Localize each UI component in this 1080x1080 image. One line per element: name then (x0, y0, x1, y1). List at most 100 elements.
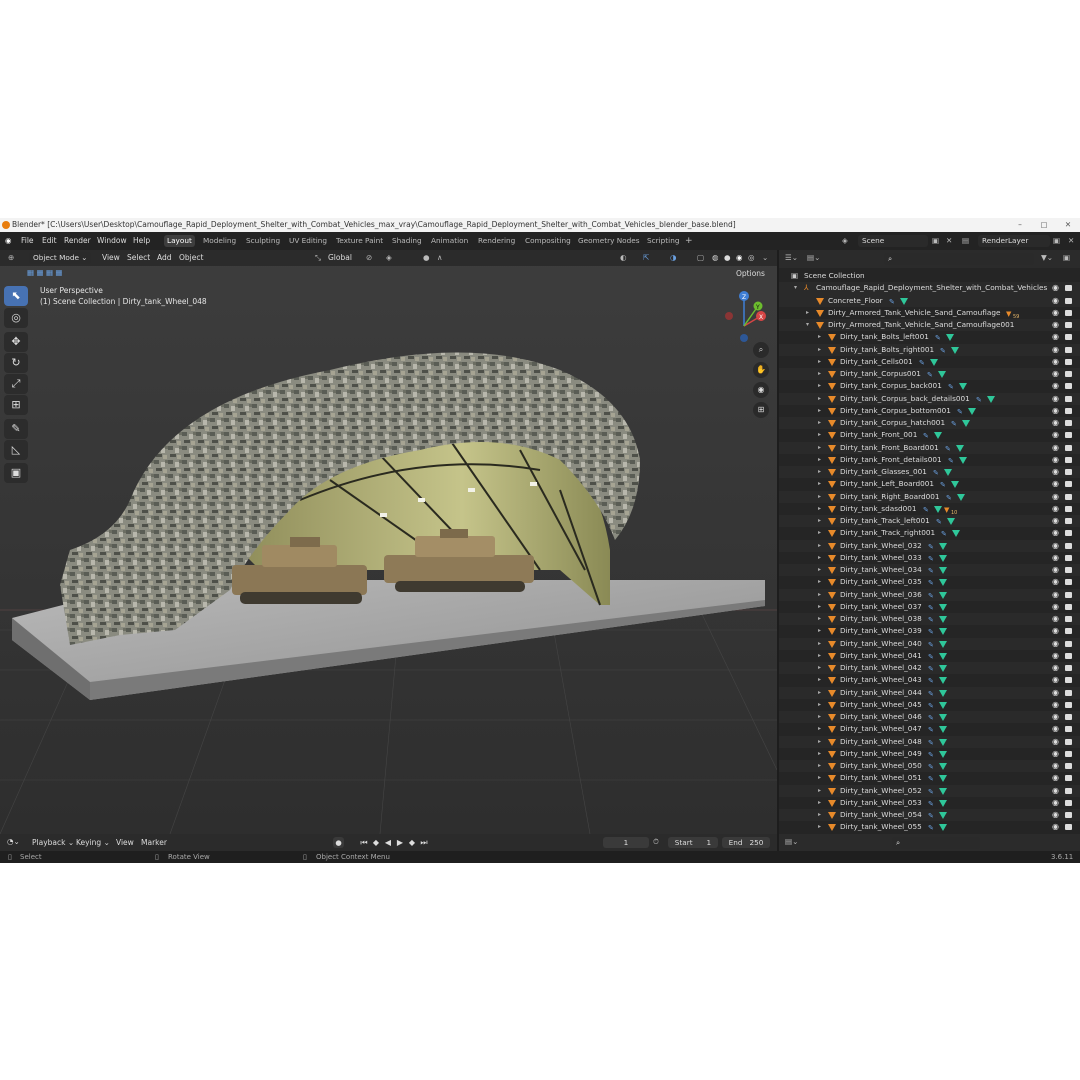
mesh-data-icon[interactable] (939, 812, 947, 819)
shading-material-icon[interactable]: ◉ (736, 253, 743, 262)
mesh-data-icon[interactable] (939, 677, 947, 685)
outliner-row-label[interactable]: Dirty_tank_Wheel_052 (840, 785, 922, 797)
visibility-eye-icon[interactable]: ◉ (1052, 613, 1059, 625)
viewport-menu-view[interactable]: View (102, 253, 120, 262)
outliner-row[interactable]: ▸ Dirty_tank_Right_Board001 ✎ ◉ (779, 490, 1080, 503)
outliner-row[interactable]: ▸ Dirty_tank_Wheel_049 ✎ ◉ (779, 748, 1080, 760)
outliner-row[interactable]: ▸ Dirty_tank_Wheel_040 ✎ ◉ (779, 637, 1080, 650)
expand-arrow-icon[interactable]: ▸ (818, 564, 821, 576)
render-camera-icon[interactable] (1065, 334, 1072, 341)
render-camera-icon[interactable] (1065, 750, 1072, 757)
render-camera-icon[interactable] (1065, 371, 1072, 377)
outliner-row[interactable]: ▸ Dirty_tank_Wheel_051 ✎ ◉ (779, 772, 1080, 784)
render-camera-icon[interactable] (1065, 714, 1072, 720)
visibility-eye-icon[interactable]: ◉ (1052, 821, 1059, 833)
outliner-search-input[interactable]: ⌕ (884, 253, 1034, 265)
render-camera-icon[interactable] (1065, 799, 1072, 806)
visibility-eye-icon[interactable]: ◉ (1052, 442, 1059, 454)
render-camera-icon[interactable] (1065, 395, 1072, 402)
expand-arrow-icon[interactable]: ▸ (818, 540, 821, 552)
visibility-eye-icon[interactable]: ◉ (1052, 405, 1059, 417)
snap-icon[interactable]: ◈ (386, 253, 392, 262)
visibility-eye-icon[interactable]: ◉ (1052, 380, 1059, 392)
expand-arrow-icon[interactable]: ▸ (818, 772, 821, 784)
properties-editor-type-icon[interactable]: ▤⌄ (785, 837, 798, 846)
close-icon[interactable]: ✕ (1058, 218, 1078, 232)
tab-layout[interactable]: Layout (164, 235, 195, 247)
render-camera-icon[interactable] (1065, 689, 1072, 696)
expand-arrow-icon[interactable]: ▾ (806, 319, 809, 331)
visibility-eye-icon[interactable]: ◉ (1052, 478, 1059, 490)
display-mode-icon[interactable]: ▤⌄ (807, 253, 820, 262)
expand-arrow-icon[interactable]: ▸ (818, 797, 821, 809)
mesh-data-icon[interactable] (939, 701, 947, 709)
gizmo-toggle-icon[interactable]: ⇱ (643, 253, 649, 262)
render-camera-icon[interactable] (1065, 297, 1072, 304)
render-camera-icon[interactable] (1065, 322, 1072, 328)
visibility-eye-icon[interactable]: ◉ (1052, 711, 1059, 723)
outliner-row[interactable]: ▸ Dirty_tank_Front_details001 ✎ ◉ (779, 454, 1080, 466)
render-camera-icon[interactable] (1065, 285, 1072, 292)
outliner-row[interactable]: ▸ Dirty_tank_Wheel_047 ✎ ◉ (779, 723, 1080, 735)
visibility-eye-icon[interactable]: ◉ (1052, 515, 1059, 527)
outliner-row-label[interactable]: Dirty_tank_Bolts_left001 (840, 331, 929, 343)
render-camera-icon[interactable] (1065, 407, 1072, 414)
expand-arrow-icon[interactable]: ▸ (818, 662, 821, 674)
visibility-eye-icon[interactable]: ◉ (1052, 344, 1059, 356)
outliner-row-label[interactable]: Dirty_tank_Wheel_046 (840, 711, 922, 723)
visibility-eye-icon[interactable]: ◉ (1052, 503, 1059, 515)
expand-arrow-icon[interactable]: ▸ (818, 405, 821, 417)
mesh-data-icon[interactable] (959, 456, 967, 464)
visibility-eye-icon[interactable]: ◉ (1052, 466, 1059, 478)
outliner-row[interactable]: ▸ Dirty_tank_Wheel_055 ✎ ◉ (779, 821, 1080, 833)
outliner-row-label[interactable]: Dirty_tank_Wheel_032 (840, 540, 922, 552)
collection-expand-icon[interactable]: ▾ (794, 282, 797, 294)
mesh-data-icon[interactable] (957, 493, 965, 501)
mesh-data-icon[interactable] (962, 420, 970, 427)
mesh-data-icon[interactable] (939, 714, 947, 721)
start-frame-field[interactable]: Start 1 (668, 837, 718, 848)
mesh-data-icon[interactable] (900, 297, 908, 305)
outliner-row-label[interactable]: Dirty_tank_Wheel_048 (840, 736, 922, 748)
outliner-row[interactable]: ▸ Dirty_tank_Wheel_032 ✎ ◉ (779, 539, 1080, 552)
outliner-row-label[interactable]: Dirty_tank_Wheel_042 (840, 662, 922, 674)
outliner-row[interactable]: ▸ Dirty_tank_Corpus_hatch001 ✎ ◉ (779, 417, 1080, 430)
expand-arrow-icon[interactable]: ▸ (818, 601, 821, 613)
expand-arrow-icon[interactable]: ▸ (818, 393, 821, 405)
mesh-data-icon[interactable] (939, 554, 947, 562)
expand-arrow-icon[interactable]: ▸ (818, 699, 821, 711)
mesh-data-icon[interactable] (952, 530, 960, 538)
visibility-eye-icon[interactable]: ◉ (1052, 650, 1059, 662)
outliner-row[interactable]: ▸ Dirty_Armored_Tank_Vehicle_Sand_Camoufl… (779, 307, 1080, 320)
mesh-data-icon[interactable] (939, 689, 947, 697)
add-cube-tool-icon[interactable]: ▣ (4, 463, 28, 483)
visibility-eye-icon[interactable]: ◉ (1052, 417, 1059, 429)
visibility-eye-icon[interactable]: ◉ (1052, 527, 1059, 539)
outliner-row-label[interactable]: Dirty_tank_Wheel_033 (840, 552, 922, 564)
mesh-data-icon[interactable] (944, 469, 952, 476)
timeline-menu-keying[interactable]: Keying ⌄ (76, 838, 110, 847)
render-camera-icon[interactable] (1065, 530, 1072, 537)
menu-help[interactable]: Help (133, 236, 150, 245)
outliner-row[interactable]: ▸ Dirty_tank_Wheel_038 ✎ ◉ (779, 613, 1080, 626)
outliner-row-label[interactable]: Concrete_Floor (828, 295, 883, 307)
outliner-row-label[interactable]: Dirty_tank_Left_Board001 (840, 478, 934, 490)
viewport-menu-select[interactable]: Select (127, 253, 150, 262)
render-camera-icon[interactable] (1065, 591, 1072, 598)
mesh-data-icon[interactable] (939, 579, 947, 587)
outliner-root[interactable]: ▣ Scene Collection (779, 270, 1080, 282)
mesh-data-icon[interactable] (939, 775, 947, 783)
expand-arrow-icon[interactable]: ▸ (818, 674, 821, 686)
outliner-row[interactable]: ▸ Dirty_tank_Bolts_left001 ✎ ◉ (779, 331, 1080, 343)
expand-arrow-icon[interactable]: ▸ (818, 785, 821, 797)
tab-texture-paint[interactable]: Texture Paint (333, 235, 386, 247)
expand-arrow-icon[interactable]: ▸ (818, 356, 821, 368)
shading-rendered-icon[interactable]: ◎ (748, 253, 755, 262)
visibility-eye-icon[interactable]: ◉ (1052, 797, 1059, 809)
play-icon[interactable]: ▶ (395, 837, 405, 848)
outliner-collection[interactable]: ▾ ⅄ Camouflage_Rapid_Deployment_Shelter_… (779, 282, 1080, 295)
render-camera-icon[interactable] (1065, 763, 1072, 769)
outliner-row-label[interactable]: Dirty_Armored_Tank_Vehicle_Sand_Camoufla… (828, 319, 1014, 331)
expand-arrow-icon[interactable]: ▸ (818, 711, 821, 723)
expand-arrow-icon[interactable]: ▸ (818, 650, 821, 662)
